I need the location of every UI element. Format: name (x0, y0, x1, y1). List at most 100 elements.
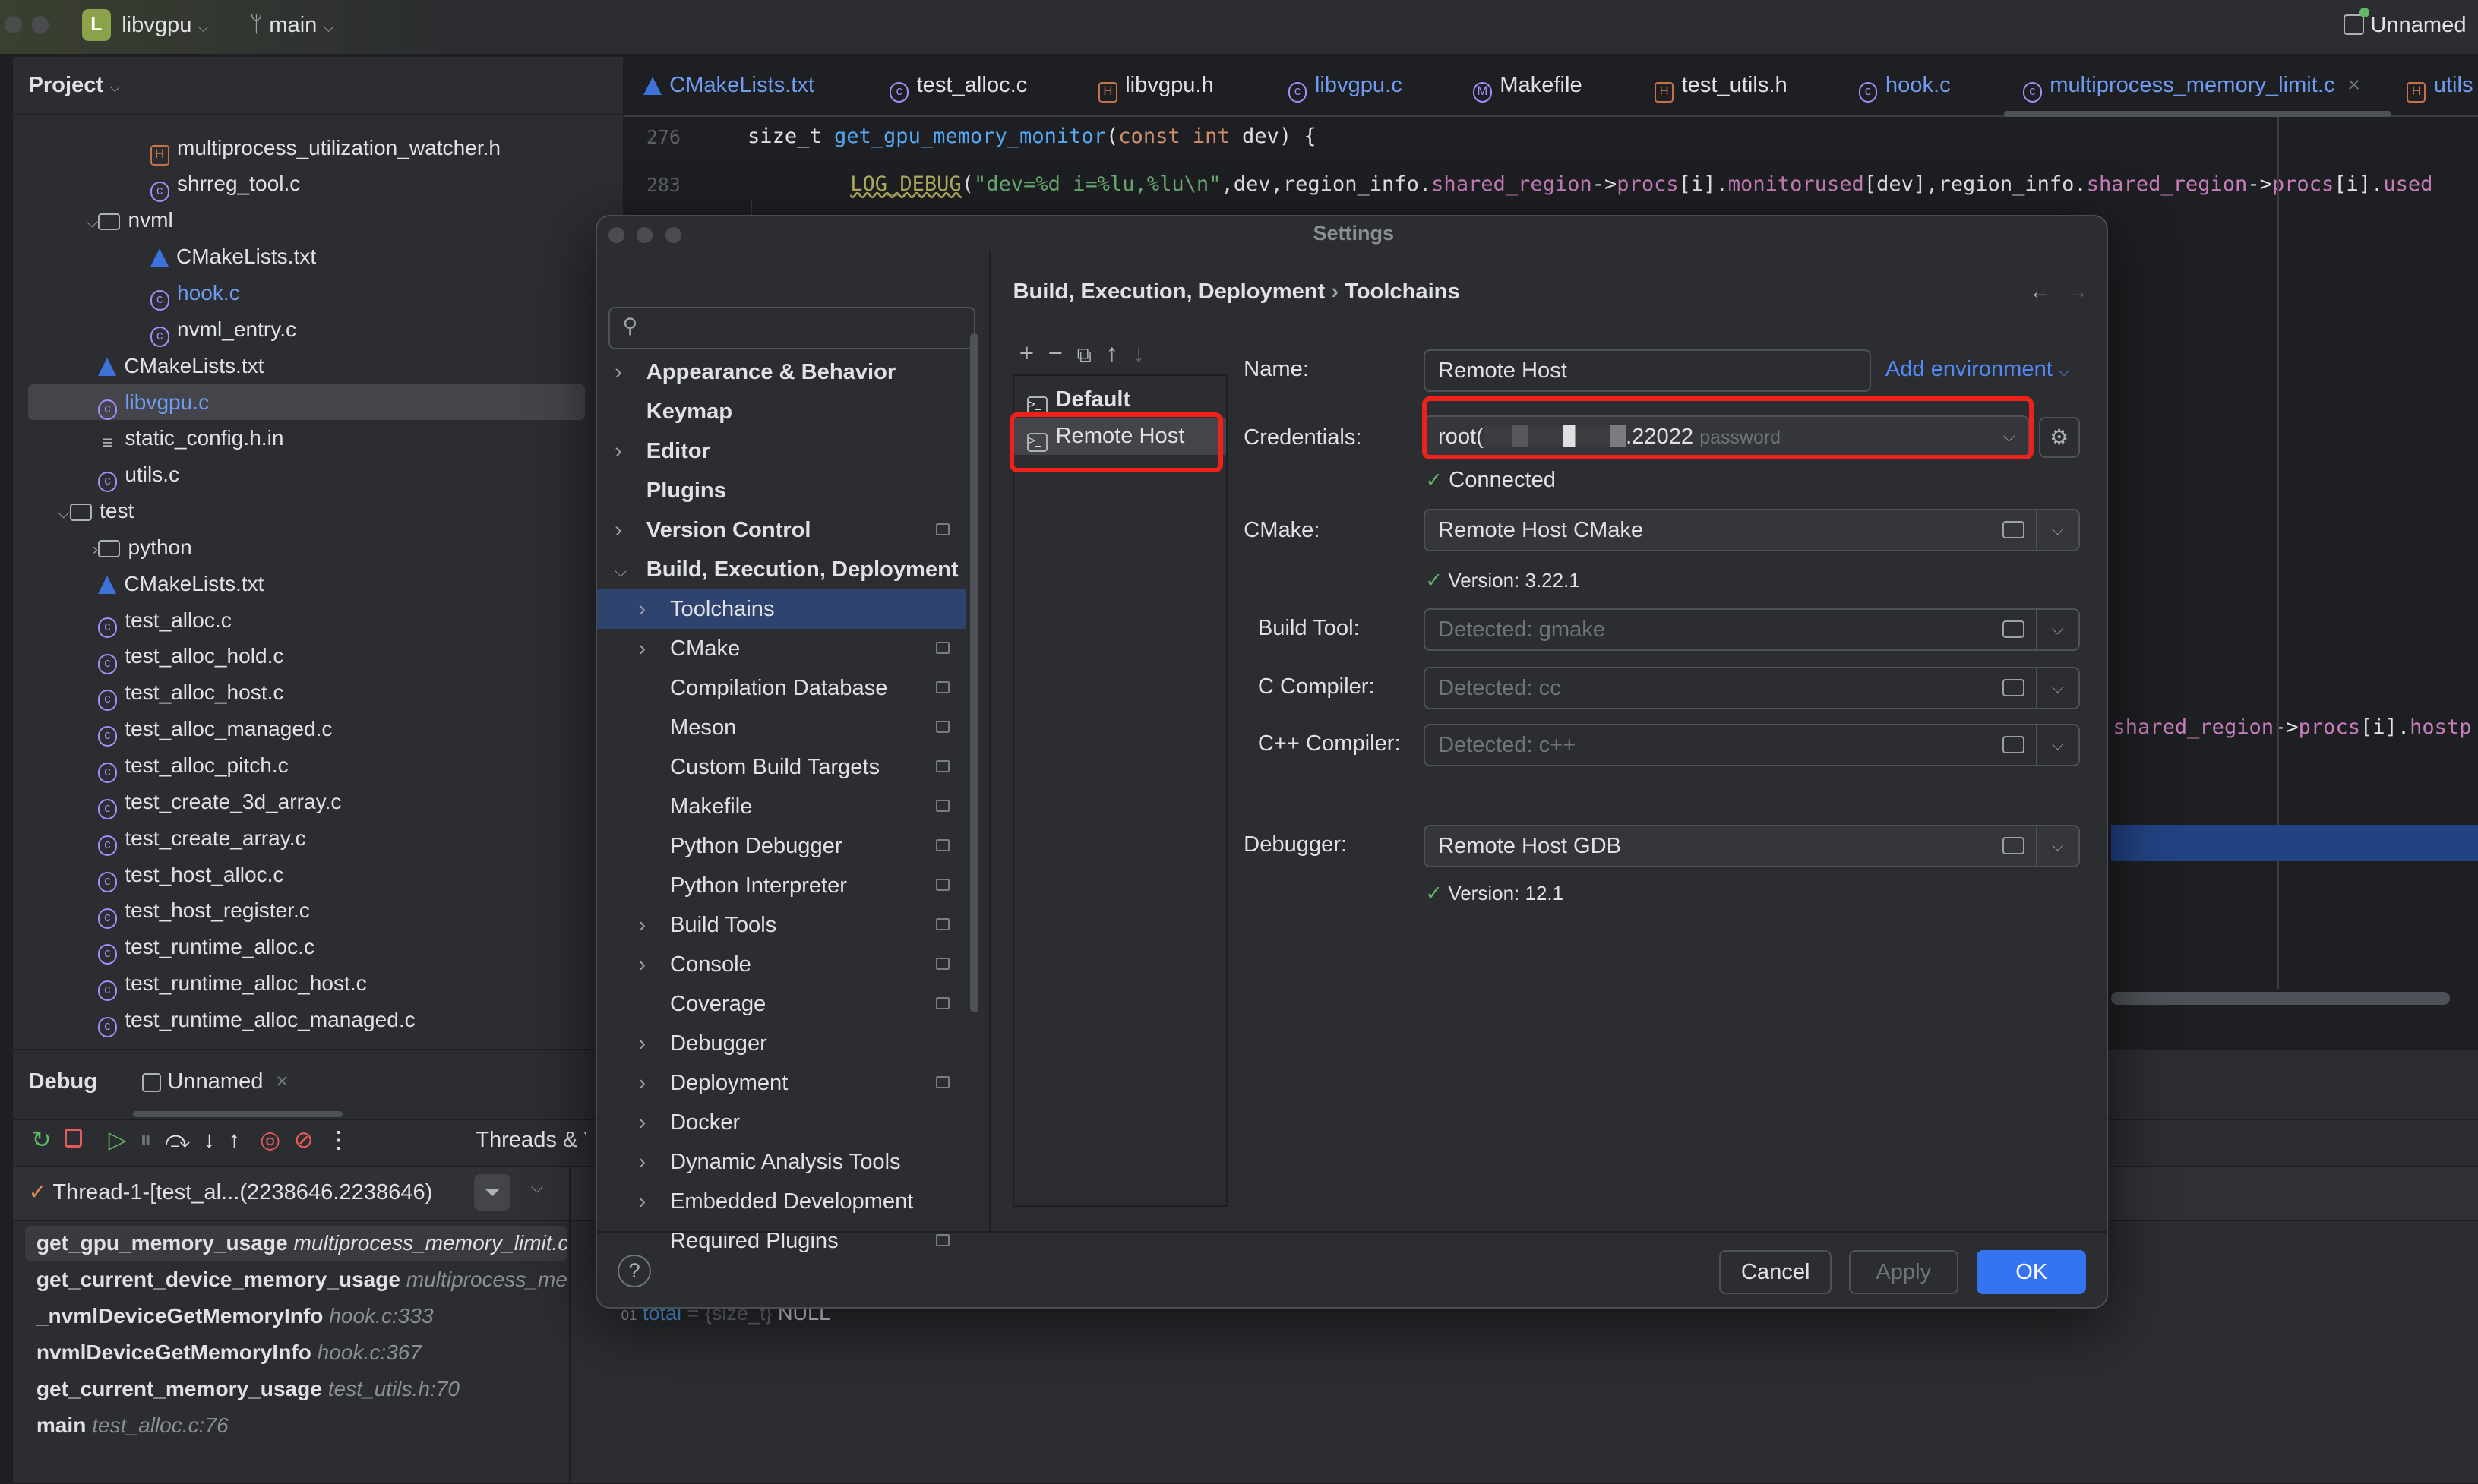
chevron-down-icon[interactable]: ⌵ (2035, 668, 2078, 708)
project-tree-item[interactable]: c test_alloc_host.c (13, 674, 623, 711)
branch-selector[interactable]: ᛘ main ⌵ (250, 13, 334, 38)
chevron-down-icon[interactable]: ⌵ (47, 495, 70, 532)
gear-icon[interactable]: ⚙ (2038, 417, 2080, 459)
settings-tree-item[interactable]: › Toolchains (597, 589, 966, 629)
move-down-icon[interactable]: ↓ (1133, 339, 1146, 368)
project-tree-item[interactable]: c test_alloc_pitch.c (13, 747, 623, 784)
settings-tree-item[interactable]: › Console (597, 945, 966, 984)
editor-tab[interactable]: c test_alloc.c (890, 73, 1027, 103)
breadcrumb-item[interactable]: Build, Execution, Deployment (1013, 279, 1325, 304)
chevron-right-icon[interactable]: › (638, 952, 646, 977)
ok-button[interactable]: OK (1977, 1249, 2087, 1294)
help-button[interactable]: ? (618, 1254, 652, 1288)
stack-frame[interactable]: main test_alloc.c:76 (25, 1408, 567, 1443)
project-tree-item[interactable]: Hmultiprocess_utilization_watcher.h (13, 130, 623, 166)
run-config-selector[interactable]: Unnamed (2344, 8, 2467, 38)
settings-tree-item[interactable]: › Version Control (597, 510, 966, 550)
chevron-down-icon[interactable]: ⌵ (2035, 609, 2078, 649)
editor-tab[interactable]: CMakeLists.txt (643, 73, 814, 98)
chevron-right-icon[interactable]: › (638, 597, 646, 621)
folder-icon[interactable] (2002, 521, 2024, 539)
debug-session-tab[interactable]: Unnamed × (142, 1069, 289, 1094)
folder-icon[interactable] (2002, 736, 2024, 754)
stack-frame[interactable]: _nvmlDeviceGetMemoryInfo hook.c:333 (25, 1299, 567, 1334)
chevron-right-icon[interactable]: › (615, 439, 622, 463)
back-arrow-icon[interactable]: ← (2029, 279, 2050, 304)
step-over-icon[interactable]: ⤼ (165, 1126, 190, 1153)
settings-tree-item[interactable]: Compilation Database (597, 668, 966, 708)
stack-frame[interactable]: nvmlDeviceGetMemoryInfo hook.c:367 (25, 1335, 567, 1370)
horizontal-scrollbar[interactable] (2111, 992, 2450, 1006)
chevron-down-icon[interactable]: ⌵ (2035, 826, 2078, 866)
project-tree-item[interactable]: ⌵ nvml (13, 202, 623, 238)
settings-tree-item[interactable]: › Build Tools (597, 905, 966, 945)
chevron-right-icon[interactable]: › (638, 636, 646, 661)
project-tree-item[interactable]: c libvgpu.c (28, 384, 585, 421)
close-icon[interactable]: × (2347, 73, 2360, 97)
apply-button[interactable]: Apply (1848, 1249, 1958, 1294)
sidebar-scrollbar[interactable] (970, 333, 978, 1013)
chevron-down-icon[interactable]: ⌵ (76, 204, 98, 241)
settings-tree-item[interactable]: Makefile (597, 787, 966, 826)
project-tree-item[interactable]: c shrreg_tool.c (13, 166, 623, 202)
editor-tab[interactable]: c multiprocess_memory_limit.c × (2022, 73, 2360, 103)
mute-breakpoints-icon[interactable]: ⊘ (294, 1126, 314, 1153)
settings-tree-item[interactable]: › Appearance & Behavior (597, 352, 966, 392)
editor-tab[interactable]: c libvgpu.c (1288, 73, 1402, 103)
editor-tab[interactable]: c hook.c (1858, 73, 1951, 103)
pause-icon[interactable]: ⏸ (140, 1126, 152, 1153)
project-tree-item[interactable]: c utils.c (13, 456, 623, 493)
chevron-down-icon[interactable]: ⌵ (2035, 510, 2078, 550)
settings-tree-item[interactable]: › Docker (597, 1103, 966, 1142)
stop-icon[interactable] (65, 1129, 82, 1148)
settings-tree-item[interactable]: Python Interpreter (597, 866, 966, 905)
filter-icon[interactable]: ⏷ (474, 1173, 510, 1211)
chevron-down-icon[interactable]: ⌵ (531, 1179, 543, 1197)
settings-tree-item[interactable]: Required Plugins (597, 1221, 966, 1261)
c-compiler-input[interactable]: Detected: cc ⌵ (1424, 666, 2080, 709)
step-out-icon[interactable]: ↑ (229, 1126, 241, 1153)
cpp-compiler-input[interactable]: Detected: c++ ⌵ (1424, 723, 2080, 766)
project-tree-item[interactable]: c nvml_entry.c (13, 311, 623, 348)
editor-tab[interactable]: Hlibvgpu.h (1098, 73, 1214, 103)
settings-tree-item[interactable]: › Embedded Development (597, 1182, 966, 1221)
settings-tree-item[interactable]: › Debugger (597, 1024, 966, 1063)
project-tree-item[interactable]: ⌵ test (13, 493, 623, 529)
settings-tree-item[interactable]: › Dynamic Analysis Tools (597, 1142, 966, 1182)
project-tree-item[interactable]: CMakeLists.txt (13, 348, 623, 384)
copy-icon[interactable]: ⧉ (1077, 343, 1092, 366)
view-breakpoints-icon[interactable]: ◎ (260, 1126, 280, 1153)
project-tree-item[interactable]: CMakeLists.txt (13, 238, 623, 275)
cmake-select[interactable]: Remote Host CMake ⌵ (1424, 508, 2080, 551)
settings-tree-item[interactable]: Meson (597, 708, 966, 747)
chevron-right-icon[interactable]: › (615, 518, 622, 542)
editor-tab[interactable]: Htest_utils.h (1655, 73, 1787, 103)
forward-arrow-icon[interactable]: → (2067, 279, 2088, 304)
folder-icon[interactable] (2002, 837, 2024, 855)
folder-icon[interactable] (2002, 679, 2024, 697)
move-up-icon[interactable]: ↑ (1105, 339, 1118, 368)
project-tree-item[interactable]: ≡ static_config.h.in (13, 420, 623, 456)
chevron-down-icon[interactable]: ⌵ (2035, 725, 2078, 765)
settings-tree-item[interactable]: ⌵ Build, Execution, Deployment (597, 550, 966, 589)
project-tree-item[interactable]: c test_alloc_managed.c (13, 711, 623, 747)
chevron-right-icon[interactable]: › (615, 360, 622, 384)
project-tree-item[interactable]: c test_create_3d_array.c (13, 784, 623, 820)
chevron-right-icon[interactable]: › (638, 913, 646, 937)
project-tree-item[interactable]: c test_alloc.c (13, 602, 623, 639)
chevron-right-icon[interactable]: › (638, 1189, 646, 1214)
project-tree-item[interactable]: CMakeLists.txt (13, 566, 623, 602)
project-tree-item[interactable]: c test_runtime_alloc_host.c (13, 965, 623, 1002)
settings-tree-item[interactable]: Plugins (597, 471, 966, 510)
resume-icon[interactable]: ▷ (109, 1126, 127, 1153)
chevron-right-icon[interactable]: › (638, 1150, 646, 1174)
step-into-icon[interactable]: ↓ (204, 1126, 216, 1153)
rerun-icon[interactable]: ↻ (32, 1126, 52, 1153)
more-icon[interactable]: ⋮ (327, 1126, 350, 1153)
settings-search-input[interactable]: ⚲ (608, 306, 975, 349)
project-tree-item[interactable]: c hook.c (13, 275, 623, 311)
project-tree-item[interactable]: › python (13, 529, 623, 566)
folder-icon[interactable] (2002, 620, 2024, 639)
close-icon[interactable]: × (276, 1069, 289, 1094)
settings-tree-item[interactable]: › Deployment (597, 1063, 966, 1103)
